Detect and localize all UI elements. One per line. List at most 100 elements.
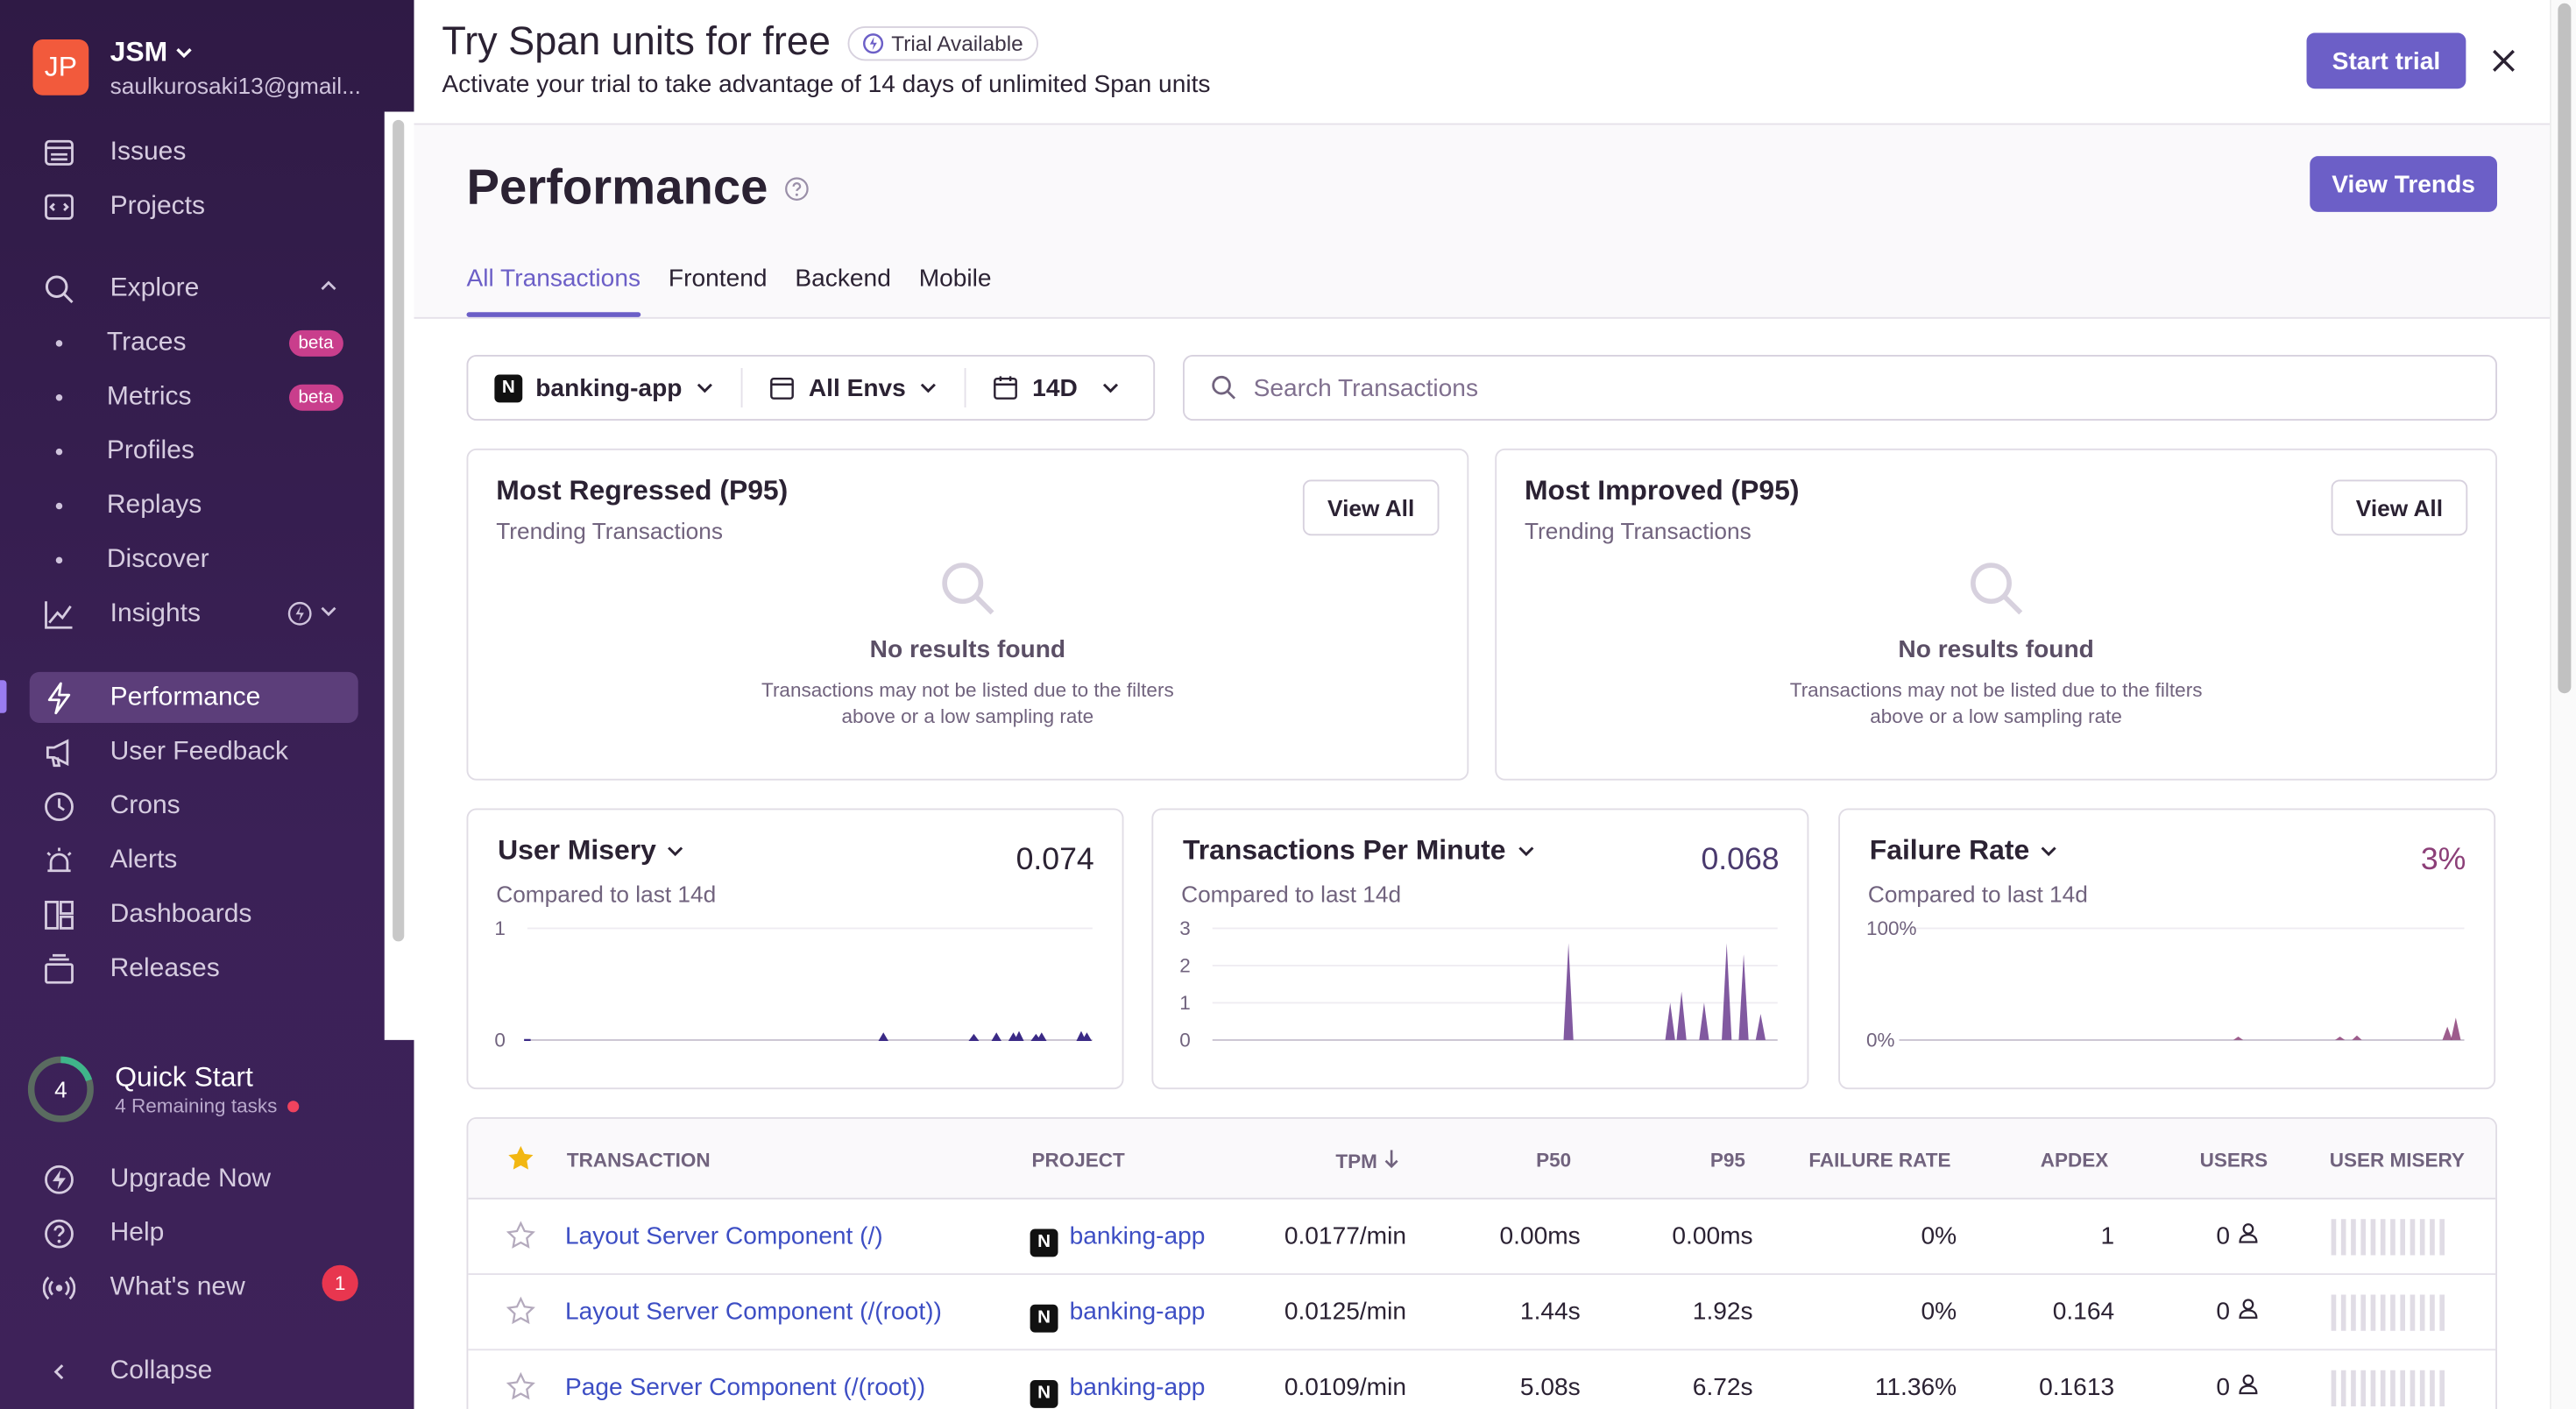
view-trends-button[interactable]: View Trends [2310, 156, 2497, 212]
tab-frontend[interactable]: Frontend [669, 265, 768, 315]
project-cell[interactable]: Nbanking-app [1030, 1222, 1206, 1257]
lightning-circle-icon [41, 1161, 77, 1197]
help-icon[interactable] [784, 176, 810, 202]
card-subtitle: Compared to last 14d [1181, 881, 1402, 907]
sidebar-item-projects[interactable]: Projects [30, 181, 358, 231]
data-point [1699, 1002, 1709, 1040]
column-header-failure-rate[interactable]: FAILURE RATE [1808, 1149, 1950, 1172]
view-all-button[interactable]: View All [1302, 479, 1440, 536]
project-link[interactable]: banking-app [1070, 1298, 1206, 1326]
data-point [1037, 1032, 1047, 1041]
sidebar-item-upgrade[interactable]: Upgrade Now [30, 1153, 358, 1204]
column-header-users[interactable]: USERS [2200, 1149, 2268, 1172]
empty-description: above or a low sampling rate [1870, 704, 2122, 728]
data-point [968, 1033, 980, 1041]
transaction-link[interactable]: Page Server Component (/(root)) [565, 1374, 925, 1402]
sidebar-item-performance[interactable]: Performance [29, 671, 358, 723]
project-link[interactable]: banking-app [1070, 1222, 1206, 1250]
sidebar-item-label: Help [110, 1218, 165, 1247]
notification-count: 1 [322, 1264, 358, 1301]
column-header-tpm[interactable]: TPM [1335, 1149, 1399, 1173]
table-row: Page Server Component (/(root)) Nbanking… [468, 1350, 2495, 1409]
sidebar-collapse[interactable]: Collapse [30, 1346, 358, 1397]
sidebar-item-releases[interactable]: Releases [30, 943, 358, 994]
sidebar-item-crons[interactable]: Crons [30, 781, 358, 832]
environment-filter[interactable]: All Envs [740, 368, 965, 407]
column-header-user-misery[interactable]: USER MISERY [2330, 1149, 2465, 1172]
column-header-transaction[interactable]: TRANSACTION [567, 1149, 711, 1172]
column-header-p50[interactable]: P50 [1536, 1149, 1571, 1172]
tab-mobile[interactable]: Mobile [919, 265, 992, 315]
sidebar-item-dashboards[interactable]: Dashboards [30, 889, 358, 939]
sidebar-item-traces[interactable]: Traces beta [30, 317, 358, 368]
page-filter-bar: N banking-app All Envs 14D [466, 355, 1156, 421]
chevron-down-icon[interactable] [2039, 841, 2059, 861]
date-filter[interactable]: 14D [965, 368, 1146, 407]
tab-all-transactions[interactable]: All Transactions [466, 265, 640, 317]
project-cell[interactable]: Nbanking-app [1030, 1374, 1206, 1407]
star-outline-icon[interactable] [506, 1221, 536, 1250]
sidebar-item-label: Performance [110, 683, 261, 711]
failure-rate-cell: 0% [1921, 1222, 1957, 1250]
star-outline-icon[interactable] [506, 1371, 536, 1402]
sidebar-item-label: Discover [106, 544, 209, 573]
empty-title: No results found [1898, 635, 2094, 664]
app-window: JP JSM saulkurosaki13@gmail... Issues Pr… [0, 0, 2576, 1409]
close-icon[interactable] [2488, 45, 2521, 78]
apdex-cell: 0.164 [2052, 1298, 2115, 1327]
view-all-button[interactable]: View All [2331, 479, 2468, 536]
sidebar-item-metrics[interactable]: Metrics beta [30, 372, 358, 422]
transaction-search-input[interactable]: Search Transactions [1183, 355, 2497, 421]
metric-value: 0.074 [1016, 842, 1094, 878]
sidebar-item-alerts[interactable]: Alerts [30, 835, 358, 886]
empty-description: Transactions may not be listed due to th… [761, 678, 1174, 702]
sidebar-item-label: Explore [110, 273, 200, 302]
card-title: Most Improved (P95) [1525, 474, 1800, 506]
column-header-project[interactable]: PROJECT [1032, 1149, 1125, 1172]
sidebar-scrollbar[interactable] [384, 111, 414, 1040]
user-misery-card: User Misery 0.074 Compared to last 14d 0… [466, 808, 1124, 1090]
sidebar-item-user-feedback[interactable]: User Feedback [30, 726, 358, 777]
transaction-link[interactable]: Layout Server Component (/) [565, 1222, 883, 1250]
sidebar-item-explore[interactable]: Explore [30, 263, 358, 314]
chevron-down-icon[interactable] [666, 841, 686, 861]
column-header-p95[interactable]: P95 [1710, 1149, 1745, 1172]
star-filled-icon[interactable] [506, 1143, 536, 1173]
sidebar-item-issues[interactable]: Issues [30, 126, 358, 177]
releases-icon [41, 951, 77, 987]
quick-start[interactable]: 4 Quick Start 4 Remaining tasks [26, 1055, 299, 1124]
sidebar-item-label: Traces [106, 328, 187, 356]
transaction-link[interactable]: Layout Server Component (/(root)) [565, 1298, 942, 1326]
project-filter[interactable]: N banking-app [468, 368, 741, 407]
search-icon [1971, 563, 2023, 615]
sidebar-item-discover[interactable]: Discover [30, 534, 358, 584]
scrollbar-thumb[interactable] [393, 119, 405, 942]
y-tick-label: 0 [494, 1029, 506, 1051]
sidebar-item-insights[interactable]: Insights [30, 588, 358, 639]
scrollbar-thumb[interactable] [2558, 3, 2572, 694]
users-cell: 0 [2216, 1222, 2258, 1250]
sidebar-item-replays[interactable]: Replays [30, 480, 358, 531]
org-switcher[interactable]: JP JSM saulkurosaki13@gmail... [32, 36, 382, 99]
tab-backend[interactable]: Backend [795, 265, 890, 315]
star-outline-icon[interactable] [506, 1296, 536, 1326]
bullet-icon [55, 501, 63, 509]
user-icon [2238, 1374, 2257, 1395]
project-link[interactable]: banking-app [1070, 1374, 1206, 1402]
data-point [991, 1032, 1001, 1041]
column-header-apdex[interactable]: APDEX [2041, 1149, 2109, 1172]
apdex-cell: 0.1613 [2039, 1373, 2115, 1402]
y-tick-label: 0 [1179, 1029, 1191, 1051]
main-scrollbar[interactable] [2550, 0, 2576, 1409]
sidebar-item-profiles[interactable]: Profiles [30, 426, 358, 477]
sidebar-item-label: Projects [110, 191, 205, 220]
project-cell[interactable]: Nbanking-app [1030, 1298, 1206, 1332]
sidebar-item-whats-new[interactable]: What's new 1 [30, 1262, 358, 1313]
p95-cell: 6.72s [1692, 1373, 1753, 1402]
data-point [2442, 1026, 2452, 1040]
sidebar-item-label: Replays [106, 490, 202, 519]
sidebar-item-help[interactable]: Help [30, 1207, 358, 1258]
data-point [2451, 1017, 2461, 1040]
chevron-down-icon[interactable] [1516, 841, 1536, 861]
start-trial-button[interactable]: Start trial [2306, 32, 2466, 89]
